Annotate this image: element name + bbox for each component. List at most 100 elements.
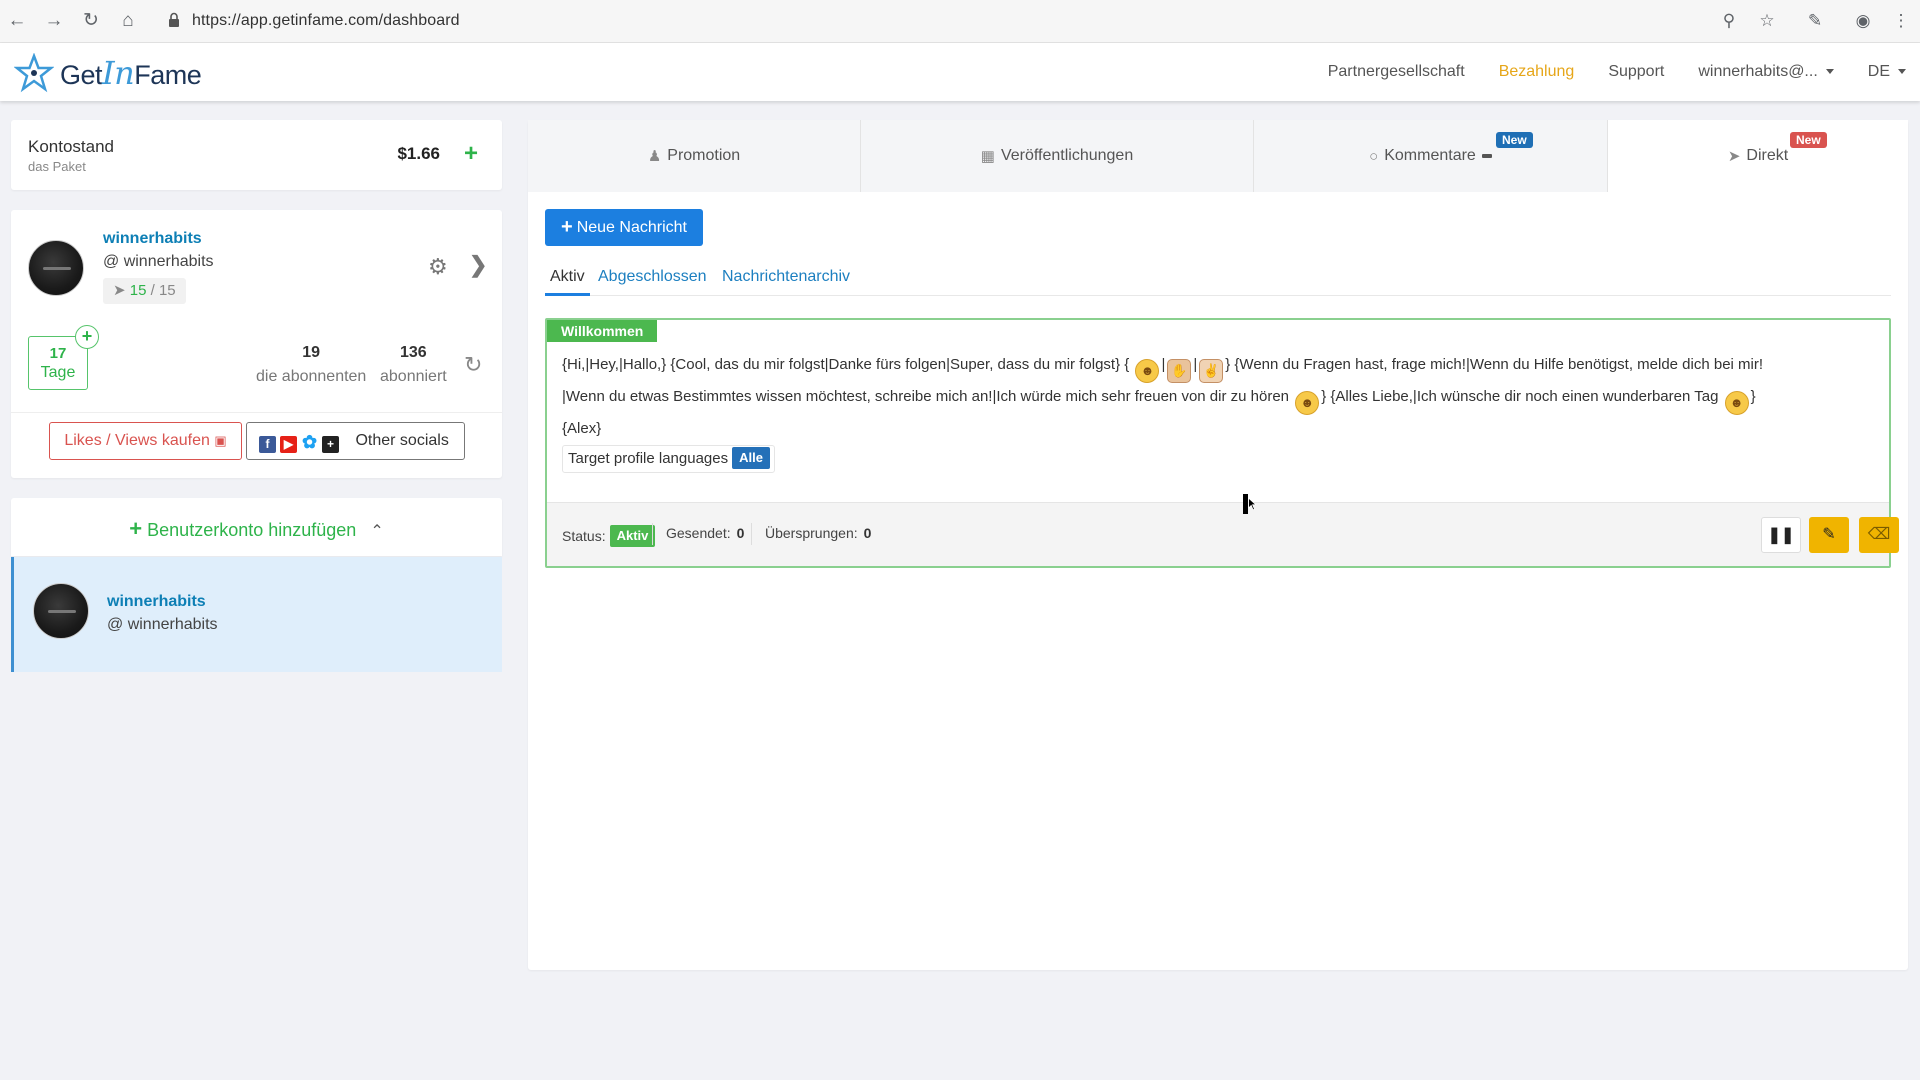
nav-bezahlung[interactable]: Bezahlung: [1499, 63, 1575, 81]
skipped-field: Übersprungen: 0: [765, 525, 871, 541]
status-badge: Aktiv: [609, 525, 656, 547]
chevron-down-icon: [1898, 69, 1906, 75]
refresh-icon[interactable]: ↻: [464, 352, 482, 378]
buy-likes-label: Likes / Views kaufen: [64, 432, 210, 449]
forward-icon[interactable]: →: [43, 10, 65, 32]
tab-promotion-label: Promotion: [667, 147, 741, 164]
message-text: {Hi,|Hey,|Hallo,} {Cool, das du mir folg…: [562, 356, 1130, 373]
message-body: {Hi,|Hey,|Hallo,} {Cool, das du mir folg…: [562, 356, 1764, 437]
avatar: [33, 583, 89, 639]
days-label: Tage: [40, 364, 76, 381]
profile-icon[interactable]: ◉: [1852, 10, 1874, 32]
add-account-header[interactable]: + Benutzerkonto hinzufügen ⌃: [11, 498, 502, 556]
chevron-up-icon[interactable]: ⌃: [370, 523, 383, 540]
instagram-icon: ▣: [214, 433, 227, 448]
nav-user-menu[interactable]: winnerhabits@...: [1698, 63, 1834, 81]
reload-icon[interactable]: ↻: [80, 10, 102, 32]
message-subtabs: Aktiv Abgeschlossen Nachrichtenarchiv: [545, 266, 1891, 296]
add-account-text: Benutzerkonto hinzufügen: [147, 520, 357, 540]
balance-title: Kontostand: [28, 137, 115, 156]
language-badge: Alle: [732, 447, 770, 469]
message-text: } {Alles Liebe,|Ich wünsche dir noch ein…: [1321, 388, 1719, 405]
divider: [11, 412, 502, 413]
star-logo-icon: [14, 53, 54, 93]
tab-publications-label: Veröffentlichungen: [1000, 147, 1134, 164]
logo[interactable]: GetInFame: [14, 51, 202, 95]
brand-name: GetInFame: [60, 54, 202, 92]
browser-toolbar: ← → ↻ ⌂ https://app.getinfame.com/dashbo…: [0, 0, 1920, 43]
tab-direct-label: Direkt: [1746, 147, 1789, 164]
subscribed-stat: 136 abonniert: [380, 344, 447, 386]
nav-support[interactable]: Support: [1608, 63, 1664, 81]
user-menu-label: winnerhabits@...: [1698, 63, 1818, 80]
new-badge: New: [1790, 132, 1827, 148]
other-socials-button[interactable]: f ▶ ✿ + Other socials: [246, 422, 465, 460]
account-username[interactable]: winnerhabits: [107, 593, 206, 611]
minus-icon: [1481, 154, 1492, 158]
url-text: https://app.getinfame.com/dashboard: [192, 12, 460, 29]
smile-emoji-icon: ☻: [1135, 359, 1160, 383]
back-icon[interactable]: ←: [6, 10, 28, 32]
extension-icon[interactable]: ✎: [1804, 10, 1826, 32]
nav-partnergesellschaft[interactable]: Partnergesellschaft: [1328, 63, 1465, 81]
tab-bar: ♟ Promotion ▦ Veröffentlichungen ○ Kommenta…: [528, 120, 1908, 192]
gear-icon[interactable]: ⚙: [428, 254, 448, 280]
message-text: |Wenn du etwas Bestimmtes wissen möchtes…: [562, 388, 1290, 405]
menu-icon[interactable]: ⋮: [1890, 10, 1912, 32]
status-label: Status:: [562, 528, 606, 544]
key-icon[interactable]: ⚲: [1718, 10, 1740, 32]
main-panel: ♟ Promotion ▦ Veröffentlichungen ○ Kommenta…: [528, 120, 1908, 970]
lock-icon: [169, 12, 179, 27]
account-list-item[interactable]: winnerhabits @ winnerhabits: [11, 557, 502, 672]
other-socials-label: Other socials: [355, 432, 449, 449]
profile-handle: @ winnerhabits: [103, 253, 214, 270]
quota-used: 15: [129, 282, 147, 299]
days-value: 17: [49, 345, 67, 362]
message-footer: Status: Aktiv Gesendet: 0 Übersprungen: 0 ❚…: [547, 502, 1899, 566]
delete-button[interactable]: ⌫: [1859, 517, 1899, 553]
subscribers-stat: 19 die abonnenten: [256, 344, 366, 386]
subtab-archive[interactable]: Nachrichtenarchiv: [717, 266, 855, 296]
add-funds-icon[interactable]: +: [464, 140, 478, 168]
target-languages: Target profile languages Alle: [562, 445, 775, 473]
subtab-active[interactable]: Aktiv: [545, 266, 590, 296]
plus-square-icon: +: [322, 436, 339, 453]
smile-emoji-icon: ☻: [1724, 391, 1749, 415]
trash-icon: ⌫: [1867, 526, 1891, 543]
raised-hands-emoji-icon: ✌: [1199, 359, 1224, 383]
tab-comments[interactable]: ○ Kommentare New: [1254, 120, 1608, 192]
nav-language[interactable]: DE: [1868, 63, 1906, 81]
add-days-icon[interactable]: +: [75, 325, 99, 349]
subscribed-label: abonniert: [380, 368, 447, 385]
plus-icon: +: [561, 216, 573, 238]
balance-amount: $1.66: [397, 144, 440, 163]
grid-icon: ▦: [980, 148, 995, 165]
tab-promotion[interactable]: ♟ Promotion: [528, 120, 861, 192]
pause-button[interactable]: ❚❚: [1761, 517, 1801, 553]
subtab-completed[interactable]: Abgeschlossen: [593, 266, 712, 296]
address-bar[interactable]: https://app.getinfame.com/dashboard: [156, 5, 1776, 37]
star-icon[interactable]: ☆: [1756, 10, 1778, 32]
promotion-quota: ➤ 15 / 15: [103, 278, 186, 304]
add-account-label[interactable]: + Benutzerkonto hinzufügen ⌃: [11, 516, 502, 542]
chevron-right-icon[interactable]: ❯: [469, 252, 487, 278]
balance-card: Kontostand das Paket $1.66 +: [11, 120, 502, 190]
plus-icon: +: [129, 516, 143, 541]
edit-button[interactable]: ✎: [1809, 517, 1849, 553]
quota-separator: /: [146, 282, 159, 299]
tab-direct[interactable]: ➤ Direkt New: [1608, 120, 1908, 192]
thumbs-up-emoji-icon: ✋: [1167, 359, 1192, 383]
home-icon[interactable]: ⌂: [117, 10, 139, 32]
sent-label: Gesendet:: [666, 525, 731, 541]
send-icon: ➤: [1727, 148, 1741, 165]
target-languages-label: Target profile languages: [568, 450, 729, 467]
account-handle: @ winnerhabits: [107, 616, 218, 633]
chevron-down-icon: [1825, 69, 1834, 75]
mouse-cursor-icon: [1243, 494, 1257, 514]
status-field: Status: Aktiv: [562, 525, 656, 547]
profile-username[interactable]: winnerhabits: [103, 230, 202, 248]
new-message-button[interactable]: + Neue Nachricht: [545, 209, 703, 246]
buy-likes-button[interactable]: Likes / Views kaufen ▣: [49, 422, 242, 460]
tab-publications[interactable]: ▦ Veröffentlichungen: [861, 120, 1254, 192]
subscribed-value: 136: [400, 344, 427, 361]
